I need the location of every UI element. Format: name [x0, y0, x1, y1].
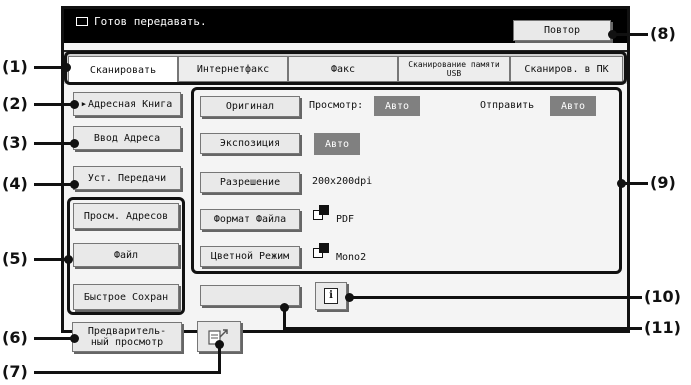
callout-4: (4) [2, 174, 28, 193]
callout-4-line [34, 183, 72, 186]
address-review-button[interactable]: Просм. Адресов [73, 203, 179, 229]
callout-7-line [34, 371, 221, 374]
callout-9: (9) [650, 173, 676, 192]
color-mode-icon [313, 243, 329, 263]
callout-8: (8) [650, 24, 676, 43]
address-entry-button[interactable]: Ввод Адреса [73, 126, 181, 150]
callout-2: (2) [2, 94, 28, 113]
callout-11: (11) [644, 318, 681, 337]
color-mode-value: Mono2 [336, 252, 367, 263]
preview-label-line2: ный просмотр [90, 337, 164, 348]
send-mode-value: Авто [550, 96, 596, 116]
file-format-icon [313, 205, 329, 225]
preview-label-line1: Предваритель- [87, 326, 167, 337]
file-format-button[interactable]: Формат Файла [200, 209, 300, 230]
callout-4-dot [70, 180, 79, 189]
callout-2-dot [70, 100, 79, 109]
status-message: Готов передавать. [76, 15, 207, 29]
preview-mode-value: Авто [374, 96, 420, 116]
callout-5-dot [64, 255, 73, 264]
resend-button[interactable]: Повтор [513, 20, 611, 41]
file-button[interactable]: Файл [73, 243, 179, 267]
callout-7-dot [215, 340, 224, 349]
address-book-button[interactable]: ▶ Адресная Книга [73, 92, 181, 116]
file-format-value: PDF [336, 214, 355, 225]
preview-button[interactable]: Предваритель- ный просмотр [72, 322, 182, 352]
preview-mode-label: Просмотр: [309, 100, 364, 111]
envelope-icon [76, 16, 88, 26]
callout-7: (7) [2, 362, 28, 381]
callout-8-dot [608, 30, 617, 39]
exposure-value: Авто [314, 133, 360, 155]
callout-9-dot [617, 179, 626, 188]
callout-5: (5) [2, 249, 28, 268]
callout-5-line [34, 258, 67, 261]
resolution-button[interactable]: Разрешение [200, 172, 300, 193]
status-text: Готов передавать. [94, 15, 207, 28]
callout-1-line [34, 66, 64, 69]
callout-1: (1) [2, 57, 28, 76]
send-settings-button[interactable]: Уст. Передачи [73, 166, 181, 190]
color-mode-button[interactable]: Цветной Режим [200, 246, 300, 267]
callout-8-line [612, 33, 648, 36]
original-button[interactable]: Оригинал [200, 96, 300, 117]
address-book-label: Адресная Книга [87, 98, 173, 110]
callout-11-line [284, 327, 642, 330]
play-arrow-icon: ▶ [81, 99, 86, 108]
callout-10-line [349, 296, 642, 299]
info-icon: i [324, 288, 338, 304]
callout-6-dot [70, 334, 79, 343]
callout-11-dot [280, 303, 289, 312]
exposure-button[interactable]: Экспозиция [200, 133, 300, 154]
info-button[interactable]: i [315, 282, 347, 310]
callout-3-line [34, 142, 72, 145]
callout-2-line [34, 103, 72, 106]
resolution-value: 200x200dpi [312, 176, 373, 187]
callout-3-dot [70, 139, 79, 148]
callout-3: (3) [2, 133, 28, 152]
callout-10-dot [345, 293, 354, 302]
callout-1-dot [62, 63, 71, 72]
tabs-highlight [64, 51, 627, 85]
quick-file-button[interactable]: Быстрое Сохран [73, 284, 179, 310]
callout-6: (6) [2, 328, 28, 347]
send-mode-label: Отправить [480, 100, 535, 111]
callout-6-line [34, 337, 72, 340]
callout-10: (10) [644, 287, 681, 306]
